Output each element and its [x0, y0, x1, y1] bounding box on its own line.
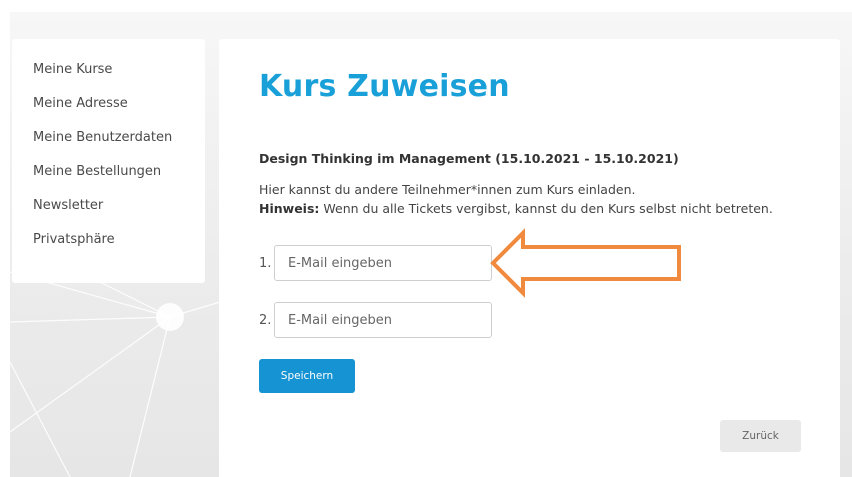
sidebar-item-meine-benutzerdaten[interactable]: Meine Benutzerdaten — [33, 129, 205, 163]
hint-text: Wenn du alle Tickets vergibst, kannst du… — [319, 201, 773, 216]
email-field-1[interactable] — [274, 245, 492, 281]
sidebar-item-newsletter[interactable]: Newsletter — [33, 197, 205, 231]
arrow-pointer-icon — [490, 228, 681, 298]
email-row-number: 1. — [259, 255, 272, 271]
sidebar-item-meine-adresse[interactable]: Meine Adresse — [33, 95, 205, 129]
email-field-2[interactable] — [274, 302, 492, 338]
page-title: Kurs Zuweisen — [259, 69, 510, 104]
course-title: Design Thinking im Management (15.10.202… — [259, 151, 679, 166]
hint-label: Hinweis: — [259, 201, 320, 216]
email-row-number: 2. — [259, 312, 272, 328]
email-row-2: 2. — [259, 302, 492, 338]
sidebar-item-privatsphaere[interactable]: Privatsphäre — [33, 231, 205, 265]
save-button[interactable]: Speichern — [259, 359, 355, 393]
back-button[interactable]: Zurück — [720, 420, 801, 452]
email-row-1: 1. — [259, 245, 492, 281]
hint-line: Hinweis: Wenn du alle Tickets vergibst, … — [259, 199, 773, 218]
invite-description: Hier kannst du andere Teilnehmer*innen z… — [259, 182, 636, 197]
sidebar-item-meine-kurse[interactable]: Meine Kurse — [33, 61, 205, 95]
description-block: Hier kannst du andere Teilnehmer*innen z… — [259, 180, 773, 218]
account-sidebar: Meine Kurse Meine Adresse Meine Benutzer… — [12, 39, 205, 283]
sidebar-item-meine-bestellungen[interactable]: Meine Bestellungen — [33, 163, 205, 197]
